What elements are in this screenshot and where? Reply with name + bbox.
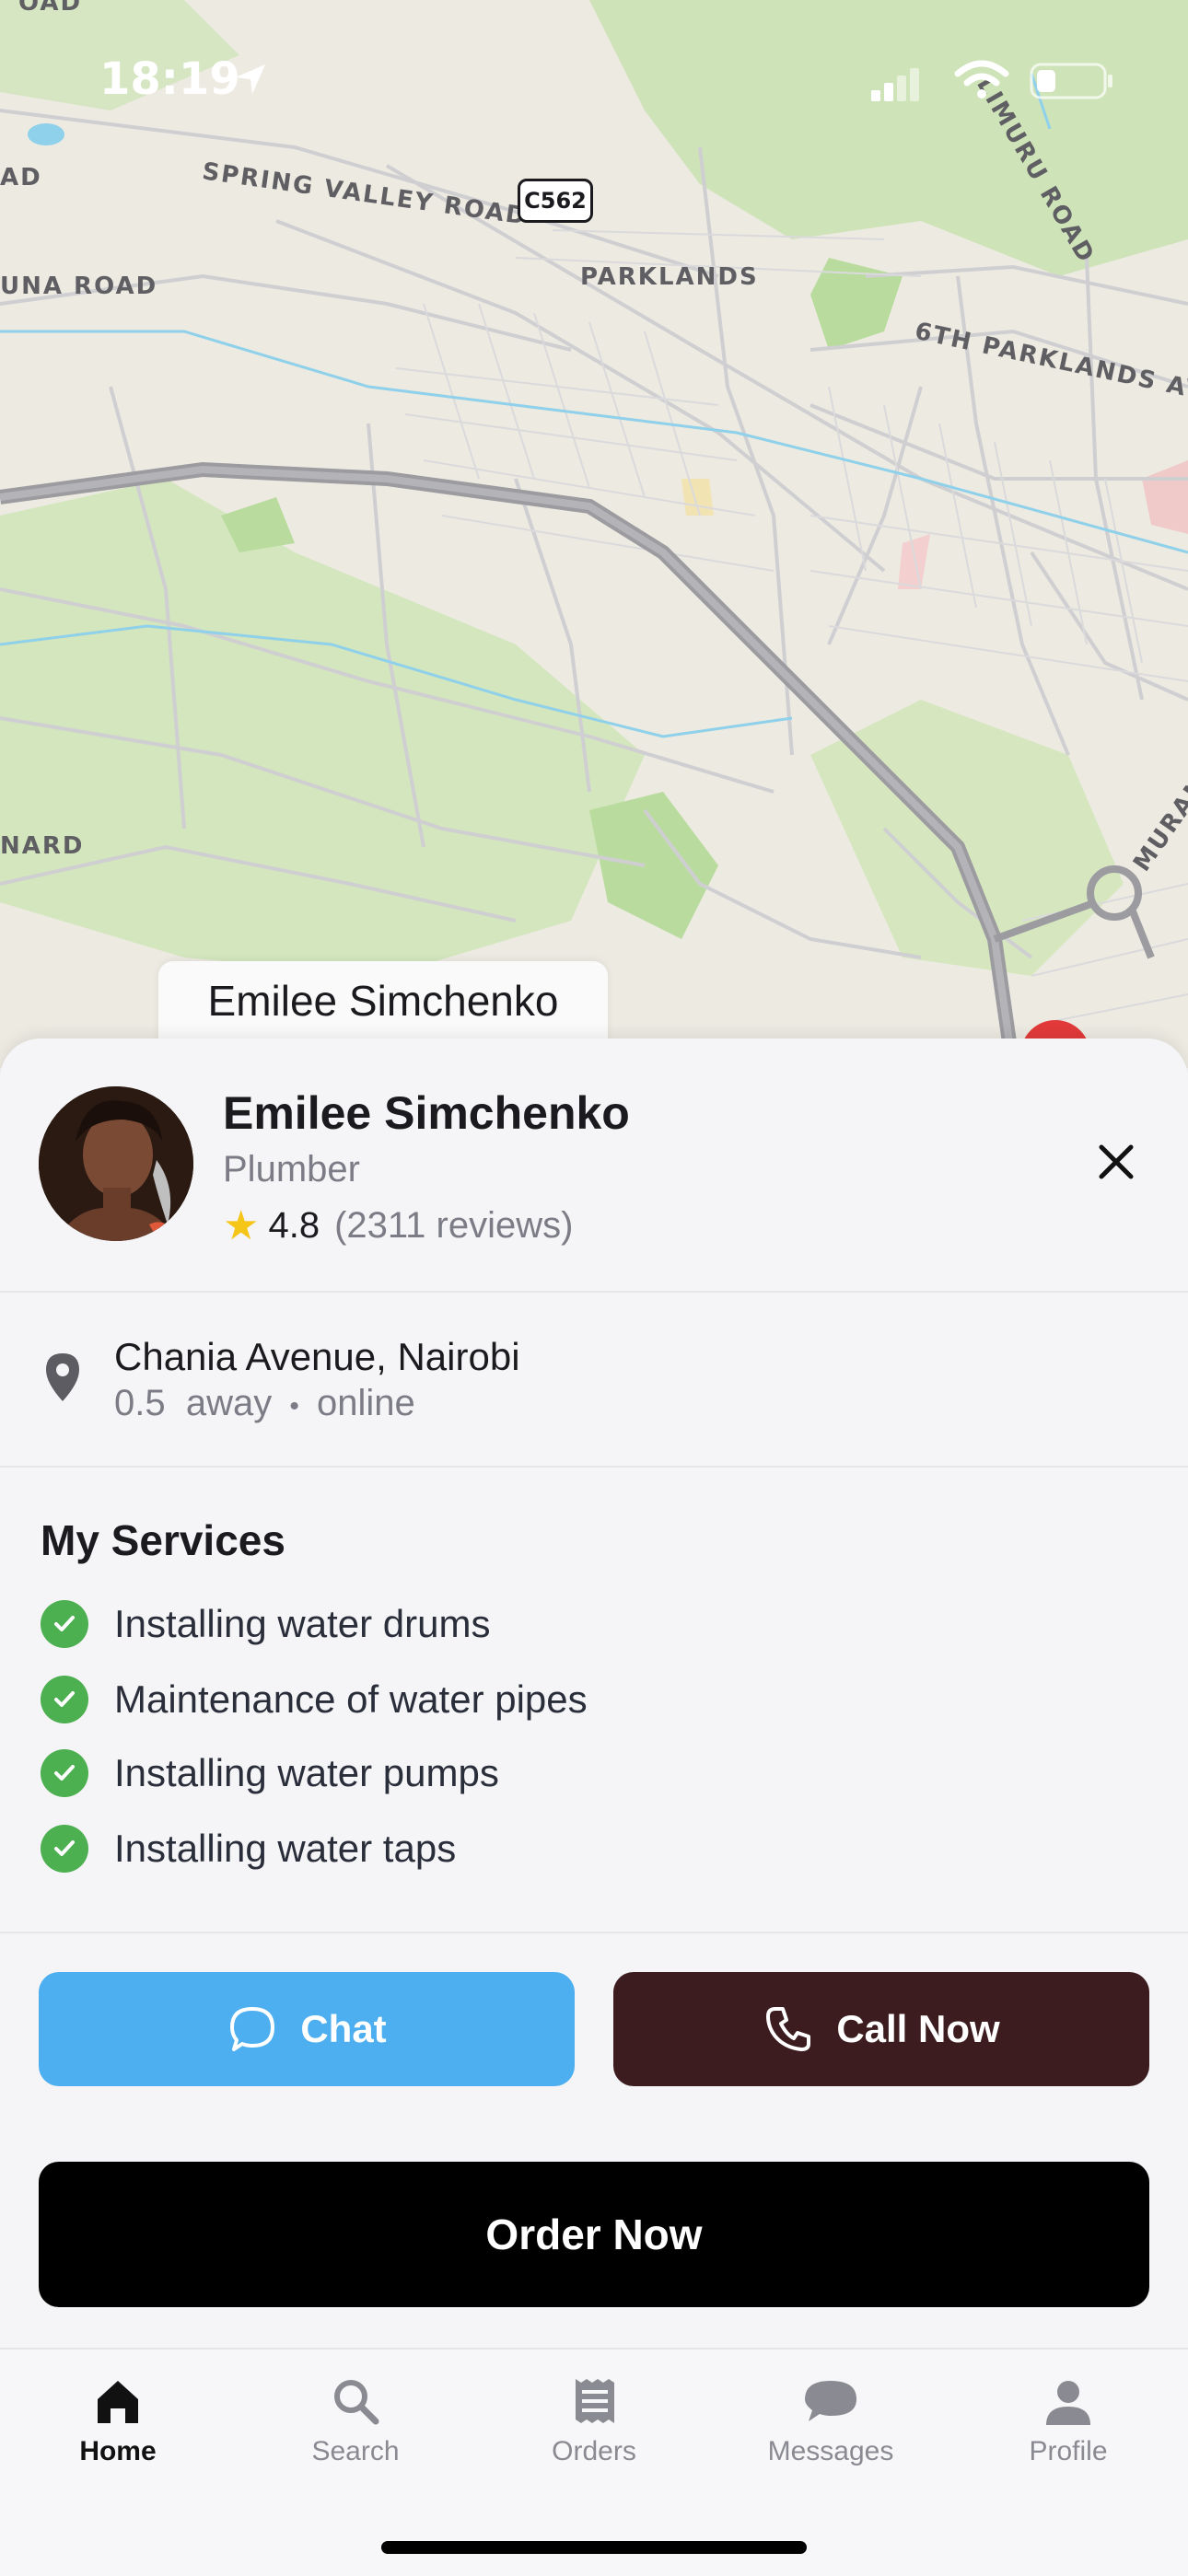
map-background — [0, 0, 1188, 1068]
map-label-una-road: UNA ROAD — [0, 273, 158, 300]
tab-search[interactable]: Search — [263, 2375, 448, 2467]
route-shield: C562 — [518, 179, 593, 223]
battery-icon — [1030, 63, 1112, 99]
tab-profile-label: Profile — [1029, 2436, 1108, 2466]
service-item: Installing water pumps — [41, 1746, 499, 1801]
tab-search-label: Search — [311, 2436, 400, 2466]
service-item: Installing water taps — [41, 1821, 456, 1876]
tab-messages-label: Messages — [767, 2436, 894, 2466]
close-button[interactable] — [1087, 1132, 1146, 1191]
phone-icon — [766, 2007, 811, 2051]
provider-sheet: Emilee Simchenko Plumber ★ 4.8 (2311 rev… — [0, 1039, 1188, 2574]
messages-icon — [805, 2381, 856, 2421]
tab-messages[interactable]: Messages — [739, 2375, 923, 2467]
orders-icon — [576, 2379, 614, 2423]
avatar — [39, 1086, 193, 1241]
chat-button[interactable]: Chat — [39, 1972, 575, 2086]
signal-icon — [871, 68, 919, 101]
check-icon — [41, 1825, 88, 1873]
home-indicator — [381, 2541, 807, 2554]
service-label: Installing water pumps — [114, 1751, 499, 1794]
service-item: Maintenance of water pipes — [41, 1672, 588, 1727]
check-icon — [41, 1600, 88, 1648]
chat-bubble-icon — [230, 2007, 275, 2051]
chat-button-label: Chat — [300, 2007, 387, 2050]
map-label-parklands: PARKLANDS — [580, 263, 759, 291]
order-now-button-label: Order Now — [485, 2210, 703, 2258]
services-title: My Services — [41, 1516, 285, 1564]
service-label: Installing water taps — [114, 1827, 457, 1870]
provider-name: Emilee Simchenko — [223, 1087, 630, 1139]
call-now-button[interactable]: Call Now — [613, 1972, 1149, 2086]
tab-orders-label: Orders — [552, 2436, 636, 2466]
call-now-button-label: Call Now — [836, 2007, 1000, 2050]
rating-value: 4.8 — [268, 1205, 320, 1246]
wifi-icon — [954, 60, 1009, 99]
map-callout-name: Emilee Simchenko — [207, 977, 559, 1025]
star-icon: ★ — [223, 1203, 260, 1248]
services-section: My Services Installing water drums Maint… — [0, 1466, 1188, 1933]
service-label: Installing water drums — [114, 1602, 491, 1645]
tab-profile[interactable]: Profile — [976, 2375, 1160, 2467]
provider-rating: ★ 4.8 (2311 reviews) — [223, 1202, 573, 1249]
review-count[interactable]: (2311 reviews) — [334, 1205, 573, 1247]
map-view[interactable]: SPRING VALLEY ROAD PARKLANDS LIMURU ROAD… — [0, 0, 1188, 1068]
tab-home[interactable]: Home — [26, 2375, 210, 2467]
status-bar: 18:19 — [0, 0, 1188, 157]
service-item: Installing water drums — [41, 1596, 491, 1652]
provider-header: Emilee Simchenko Plumber ★ 4.8 (2311 rev… — [0, 1039, 1188, 1293]
online-status: online — [316, 1383, 415, 1423]
location-address: Chania Avenue, Nairobi — [114, 1335, 520, 1378]
tab-orders[interactable]: Orders — [502, 2375, 686, 2467]
order-now-button[interactable]: Order Now — [39, 2162, 1149, 2307]
location-distance: 0.5 away — [114, 1383, 273, 1423]
location-status: 0.5 away • online — [114, 1383, 415, 1424]
provider-role: Plumber — [223, 1149, 360, 1189]
check-icon — [41, 1749, 88, 1797]
check-icon — [41, 1676, 88, 1723]
home-icon — [98, 2381, 138, 2423]
map-label-ad: AD — [0, 164, 42, 191]
profile-icon — [1046, 2381, 1090, 2425]
location-arrow-icon — [236, 64, 265, 94]
location-separator: • — [289, 1391, 299, 1421]
search-icon — [334, 2380, 379, 2425]
close-icon — [1099, 1144, 1134, 1179]
location-pin-icon — [46, 1353, 79, 1401]
status-time: 18:19 — [99, 53, 240, 105]
map-label-nard: NARD — [0, 832, 85, 860]
tab-home-label: Home — [79, 2436, 157, 2466]
provider-location: Chania Avenue, Nairobi 0.5 away • online — [0, 1291, 1188, 1468]
service-label: Maintenance of water pipes — [114, 1677, 588, 1721]
